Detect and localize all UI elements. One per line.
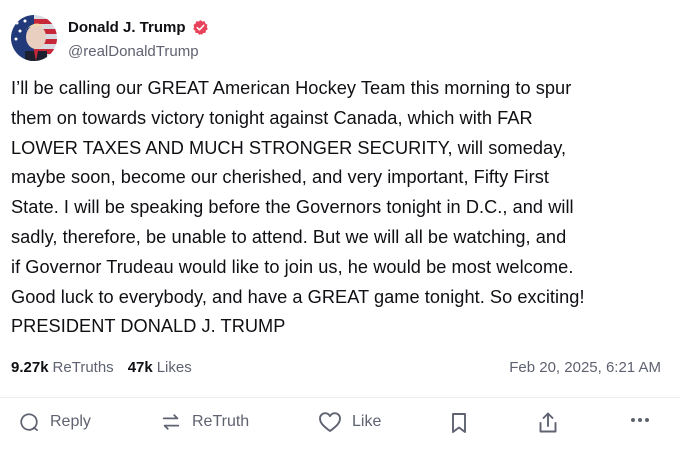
reply-button[interactable]: Reply xyxy=(18,411,91,433)
retruth-arrows-icon xyxy=(160,411,182,433)
truth-post: Donald J. Trump @realDonaldTrump I’ll be… xyxy=(0,0,680,463)
post-actions: Reply ReTruth Like xyxy=(0,398,680,453)
reply-bubble-icon xyxy=(18,411,40,433)
verified-badge-icon xyxy=(192,19,209,36)
retruth-button[interactable]: ReTruth xyxy=(160,411,249,433)
post-header: Donald J. Trump @realDonaldTrump xyxy=(11,15,611,65)
avatar[interactable] xyxy=(11,15,57,61)
likes-label: Likes xyxy=(156,359,192,376)
post-body: I’ll be calling our GREAT American Hocke… xyxy=(11,78,585,337)
likes-stat[interactable]: 47k Likes xyxy=(128,359,192,376)
like-label: Like xyxy=(352,413,382,430)
bookmark-icon xyxy=(449,411,469,435)
like-button[interactable]: Like xyxy=(318,411,381,433)
retruths-label: ReTruths xyxy=(52,359,114,376)
reply-label: Reply xyxy=(50,413,91,430)
author-name-row: Donald J. Trump xyxy=(68,19,209,36)
retruths-count: 9.27k xyxy=(11,359,49,376)
more-dots-icon xyxy=(630,417,650,423)
heart-icon xyxy=(318,411,342,433)
post-stats: 9.27k ReTruths 47k Likes Feb 20, 2025, 6:21… xyxy=(11,359,661,379)
retruth-label: ReTruth xyxy=(192,413,250,430)
share-button[interactable] xyxy=(537,411,559,435)
post-timestamp[interactable]: Feb 20, 2025, 6:21 AM xyxy=(509,359,661,376)
more-button[interactable] xyxy=(630,417,650,423)
share-upload-icon xyxy=(537,411,559,435)
author-name[interactable]: Donald J. Trump xyxy=(68,19,186,36)
likes-count: 47k xyxy=(127,359,153,376)
bookmark-button[interactable] xyxy=(449,411,469,435)
author-handle[interactable]: @realDonaldTrump xyxy=(68,43,199,60)
retruths-stat[interactable]: 9.27k ReTruths xyxy=(11,359,114,376)
